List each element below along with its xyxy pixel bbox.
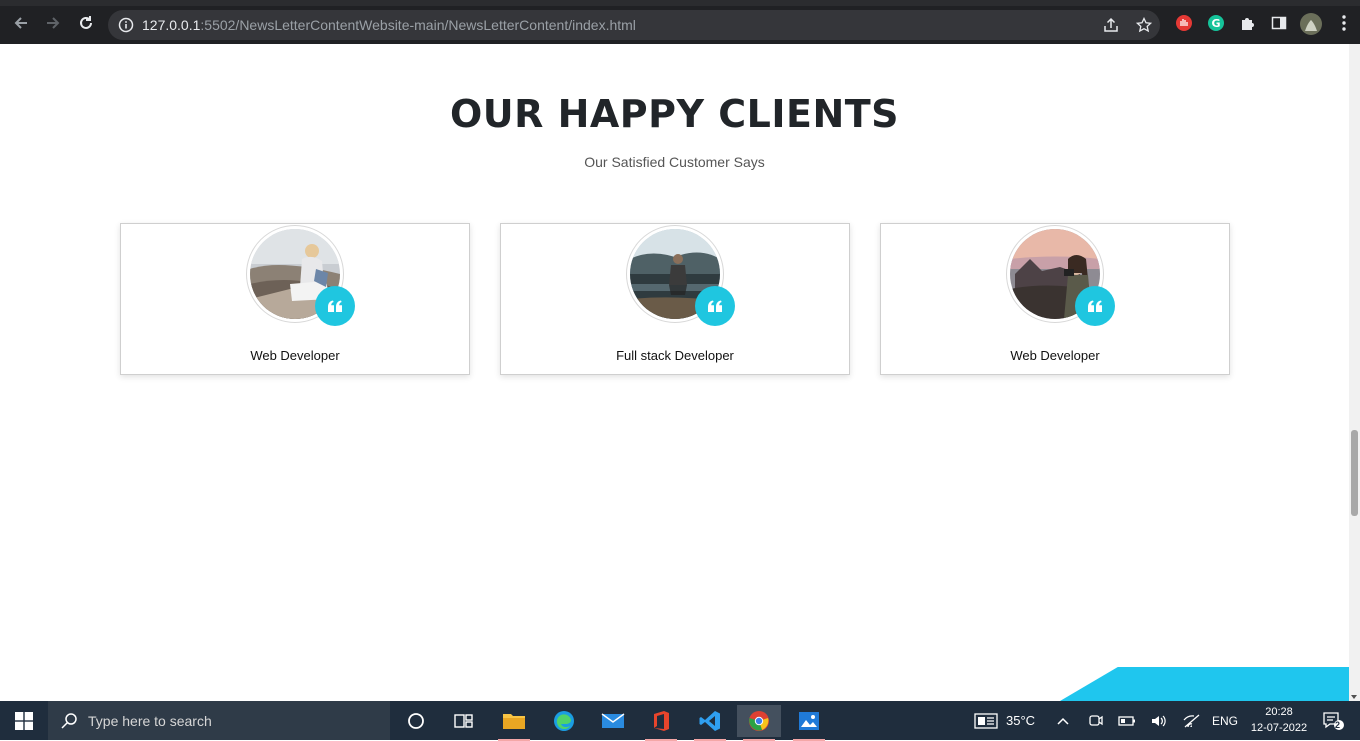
quote-badge — [695, 286, 735, 326]
share-icon[interactable] — [1102, 16, 1120, 34]
clock[interactable]: 20:28 12-07-2022 — [1246, 704, 1312, 736]
meet-now-icon[interactable] — [1088, 701, 1104, 740]
taskbar-app-mail[interactable] — [591, 705, 635, 737]
address-bar[interactable]: 127.0.0.1:5502/NewsLetterContentWebsite-… — [108, 10, 1160, 40]
weather-widget[interactable]: 35°C — [974, 701, 1035, 740]
url-host: 127.0.0.1 — [142, 17, 201, 33]
reload-icon — [80, 16, 92, 29]
quote-badge — [315, 286, 355, 326]
testimonial-card: Web Developer — [120, 223, 470, 375]
taskbar-app-chrome[interactable] — [737, 705, 781, 741]
vscode-icon — [699, 711, 720, 731]
taskbar-app-photos[interactable] — [787, 705, 831, 741]
notifications-icon — [1323, 711, 1344, 730]
taskbar: Type here to search 35°C ENG 20:28 12-07… — [0, 701, 1360, 741]
notification-center-button[interactable]: 2 — [1322, 701, 1344, 740]
volume-icon[interactable] — [1150, 701, 1168, 740]
quote-icon — [328, 300, 342, 312]
page-viewport: OUR HAPPY CLIENTS Our Satisfied Customer… — [0, 44, 1349, 701]
notification-count: 2 — [1335, 720, 1341, 730]
profile-avatar[interactable] — [1300, 13, 1322, 35]
wifi-icon[interactable] — [1183, 701, 1201, 740]
news-weather-icon — [974, 712, 998, 729]
input-language[interactable]: ENG — [1212, 701, 1238, 740]
browser-toolbar: 127.0.0.1:5502/NewsLetterContentWebsite-… — [0, 0, 1360, 44]
office-icon — [654, 711, 669, 731]
scroll-down-arrow-icon[interactable] — [1351, 695, 1357, 699]
site-info-icon[interactable] — [118, 17, 134, 38]
section-subtitle: Our Satisfied Customer Says — [584, 154, 765, 170]
clock-date: 12-07-2022 — [1250, 722, 1308, 734]
chrome-browser-icon — [749, 711, 769, 731]
page-scrollbar[interactable] — [1349, 44, 1360, 701]
bookmark-star-icon[interactable] — [1135, 16, 1153, 34]
cortana-circle-icon — [408, 713, 424, 729]
show-hidden-icons-button[interactable] — [1056, 701, 1070, 740]
taskbar-app-vscode[interactable] — [688, 705, 732, 741]
battery-icon[interactable] — [1118, 701, 1136, 740]
temperature-text: 35°C — [1006, 713, 1036, 728]
decorative-footer-shape — [1060, 667, 1349, 701]
search-icon — [60, 712, 78, 735]
back-arrow-icon — [14, 17, 27, 29]
task-view-button[interactable] — [442, 705, 486, 737]
taskbar-search-box[interactable]: Type here to search — [48, 701, 390, 740]
quote-icon — [1088, 300, 1102, 312]
card-role: Full stack Developer — [616, 348, 734, 363]
section-title: OUR HAPPY CLIENTS — [449, 92, 900, 136]
chevron-up-icon — [1057, 717, 1069, 725]
photos-icon — [799, 712, 819, 730]
back-button[interactable] — [10, 12, 32, 34]
url-text: 127.0.0.1:5502/NewsLetterContentWebsite-… — [142, 17, 636, 33]
forward-button[interactable] — [42, 12, 64, 34]
adblock-extension-icon[interactable] — [1175, 14, 1193, 32]
taskbar-app-office[interactable] — [639, 705, 683, 741]
tab-strip — [0, 0, 1360, 6]
menu-kebab-icon[interactable] — [1335, 14, 1353, 32]
forward-arrow-icon — [47, 17, 60, 29]
extensions-puzzle-icon[interactable] — [1239, 14, 1257, 32]
quote-badge — [1075, 286, 1115, 326]
card-role: Web Developer — [1010, 348, 1100, 363]
search-placeholder: Type here to search — [88, 713, 212, 729]
card-role: Web Developer — [250, 348, 340, 363]
scrollbar-thumb[interactable] — [1351, 430, 1358, 516]
taskbar-app-edge[interactable] — [542, 705, 586, 737]
edge-browser-icon — [554, 711, 574, 731]
side-panel-icon[interactable] — [1270, 14, 1288, 32]
grammarly-extension-icon[interactable]: G — [1207, 14, 1225, 32]
reload-button[interactable] — [75, 12, 97, 34]
mail-icon — [601, 713, 625, 728]
testimonial-card: Web Developer — [880, 223, 1230, 375]
svg-text:G: G — [1211, 17, 1220, 30]
folder-icon — [503, 714, 525, 729]
testimonial-card: Full stack Developer — [500, 223, 850, 375]
cortana-button[interactable] — [394, 705, 438, 737]
url-path: :5502/NewsLetterContentWebsite-main/News… — [200, 17, 636, 33]
taskbar-app-file-explorer[interactable] — [492, 705, 536, 741]
clock-time: 20:28 — [1265, 706, 1293, 718]
quote-icon — [708, 300, 722, 312]
start-button[interactable] — [0, 701, 48, 740]
task-view-icon — [454, 714, 473, 728]
windows-logo-icon — [15, 711, 33, 730]
